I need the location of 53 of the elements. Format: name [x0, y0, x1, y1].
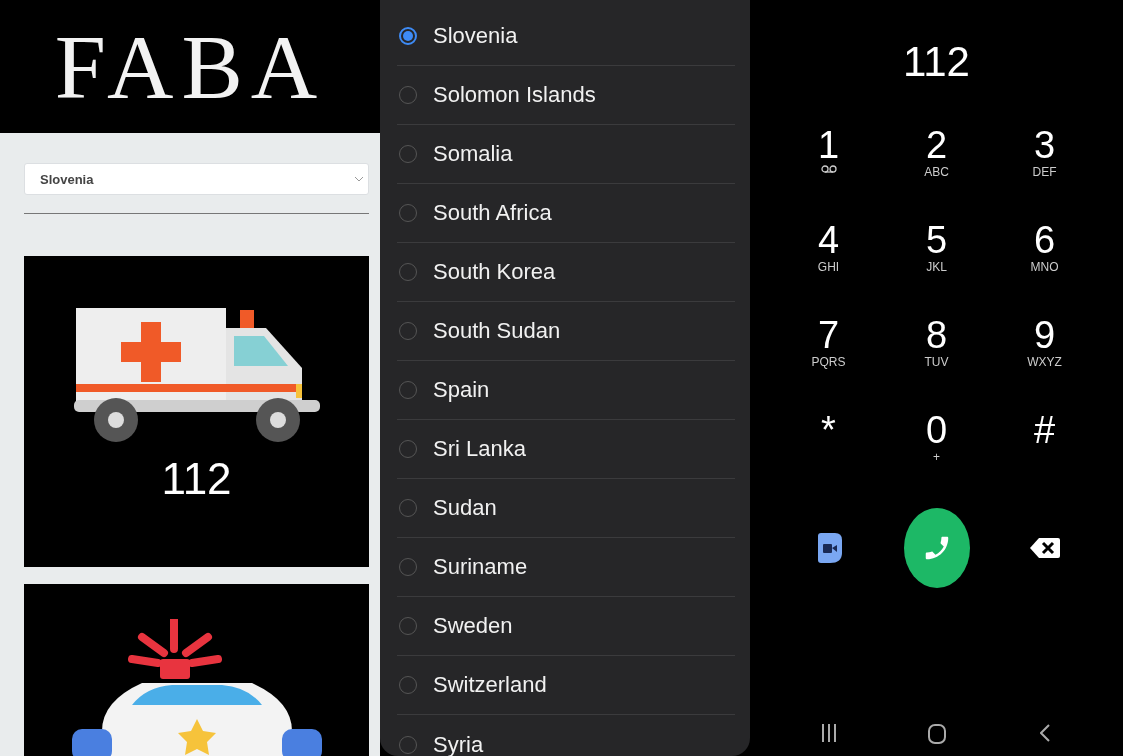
country-label: Sudan	[433, 495, 497, 521]
dial-key[interactable]: 7 PQRS	[774, 315, 883, 385]
country-option[interactable]: Suriname	[397, 538, 735, 597]
dial-key[interactable]: 2 ABC	[882, 125, 991, 195]
country-option[interactable]: Switzerland	[397, 656, 735, 715]
country-label: Spain	[433, 377, 490, 403]
country-option[interactable]: South Sudan	[397, 302, 735, 361]
country-option[interactable]: Somalia	[397, 125, 735, 184]
dial-key[interactable]: 0 +	[882, 410, 991, 480]
dial-key[interactable]: 4 GHI	[774, 220, 883, 290]
country-label: Switzerland	[433, 672, 547, 698]
country-label: Solomon Islands	[433, 82, 596, 108]
emergency-number: 112	[161, 454, 232, 504]
dial-key[interactable]: #	[990, 410, 1099, 480]
radio-button[interactable]	[399, 27, 417, 45]
select-value: Slovenia	[40, 171, 94, 187]
site-logo: FABA	[54, 20, 326, 113]
country-option[interactable]: Syria	[397, 715, 735, 756]
voicemail-icon	[820, 165, 837, 173]
dial-key[interactable]: 5 JKL	[882, 220, 991, 290]
home-icon[interactable]	[927, 724, 946, 744]
dial-key[interactable]: 9 WXYZ	[990, 315, 1099, 385]
country-label: South Korea	[433, 259, 556, 285]
country-label: Syria	[433, 731, 484, 756]
country-label: South Sudan	[433, 318, 561, 344]
country-label: South Africa	[433, 200, 552, 226]
dial-key[interactable]: 8 TUV	[882, 315, 991, 385]
country-option[interactable]: Solomon Islands	[397, 66, 735, 125]
dial-key[interactable]: 3 DEF	[990, 125, 1099, 195]
recent-apps-icon[interactable]	[820, 724, 837, 742]
country-label: Somalia	[433, 141, 513, 167]
country-label: Suriname	[433, 554, 528, 580]
country-select[interactable]: Slovenia	[24, 163, 369, 195]
country-option[interactable]: Sudan	[397, 479, 735, 538]
emergency-card[interactable]	[24, 584, 369, 756]
country-label: Sri Lanka	[433, 436, 526, 462]
dialed-number: 112	[903, 38, 970, 87]
chevron-down-icon	[354, 176, 364, 182]
country-label: Slovenia	[433, 23, 518, 49]
back-icon[interactable]	[1039, 724, 1050, 742]
country-option[interactable]: South Africa	[397, 184, 735, 243]
dial-key[interactable]: 6 MNO	[990, 220, 1099, 290]
dial-key[interactable]: 1	[774, 125, 883, 195]
emergency-card[interactable]: 112	[24, 256, 369, 567]
country-option[interactable]: South Korea	[397, 243, 735, 302]
country-label: Sweden	[433, 613, 513, 639]
country-option[interactable]: Sri Lanka	[397, 420, 735, 479]
backspace-button[interactable]	[1029, 537, 1060, 559]
country-option[interactable]: Spain	[397, 361, 735, 420]
backspace-icon	[1029, 537, 1060, 559]
dial-key[interactable]: *	[774, 410, 883, 480]
country-option[interactable]: Slovenia	[397, 7, 735, 66]
country-option[interactable]: Sweden	[397, 597, 735, 656]
